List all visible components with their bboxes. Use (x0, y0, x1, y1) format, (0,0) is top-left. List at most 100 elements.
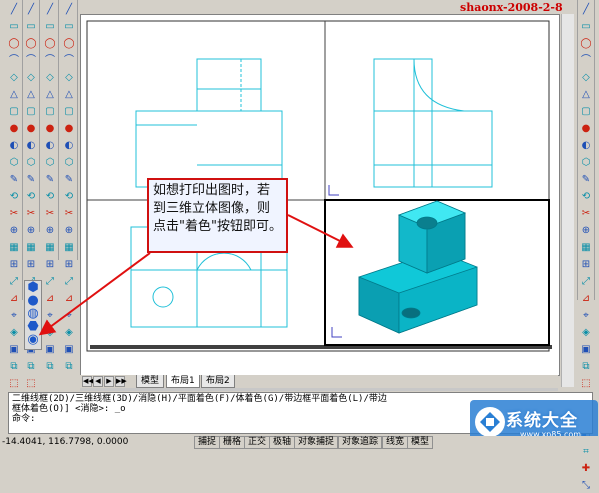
region-icon[interactable]: ⊕ (7, 224, 21, 238)
setup-view-icon[interactable]: ✂ (24, 207, 38, 221)
surface-wedge-icon[interactable]: ◐ (43, 139, 57, 153)
edge-icon[interactable]: ▣ (62, 343, 76, 357)
circle-icon[interactable]: ▢ (7, 105, 21, 119)
rectangle-icon[interactable]: ◇ (7, 71, 21, 85)
insert-icon[interactable]: ⟲ (579, 190, 593, 204)
line-icon[interactable]: ╱ (579, 3, 593, 17)
sphere-icon[interactable]: ▭ (24, 20, 38, 34)
union-icon[interactable]: ▦ (24, 241, 38, 255)
tab-layout2[interactable]: 布局2 (201, 375, 235, 388)
table-icon[interactable]: ▦ (7, 241, 21, 255)
horizontal-scrollbar[interactable] (80, 388, 558, 391)
3dmesh-icon[interactable]: ⧉ (62, 360, 76, 374)
revolve-icon[interactable]: ● (24, 122, 38, 136)
model-button[interactable]: 模型 (407, 436, 434, 449)
solid-cone-icon[interactable]: ⌒ (43, 54, 57, 68)
line-icon[interactable]: ╱ (7, 3, 21, 17)
revsurf-icon[interactable]: ⊞ (43, 258, 57, 272)
edgesurf-icon[interactable]: ⌖ (43, 309, 57, 323)
wedge-icon[interactable]: ◇ (24, 71, 38, 85)
surface-dome-icon[interactable]: ⬡ (43, 156, 57, 170)
torus-icon[interactable]: △ (24, 88, 38, 102)
edge-icon[interactable]: ▣ (43, 343, 57, 357)
polyline-icon[interactable]: ◯ (7, 37, 21, 51)
ellipse-icon[interactable]: ⬡ (579, 156, 593, 170)
solid-wedge-icon[interactable]: ◇ (43, 71, 57, 85)
cone-icon[interactable]: ⌒ (24, 54, 38, 68)
leader-icon[interactable]: ⊿ (7, 292, 21, 306)
surface-pyramid-icon[interactable]: ● (43, 122, 57, 136)
mesh-icon[interactable]: ▦ (43, 241, 57, 255)
table-icon[interactable]: ⊿ (579, 292, 593, 306)
extrude-icon[interactable]: ▢ (24, 105, 38, 119)
stretch-icon[interactable]: ✚ (579, 462, 593, 476)
subtract-icon[interactable]: ⊞ (24, 258, 38, 272)
block-icon[interactable]: ✂ (579, 207, 593, 221)
align-icon[interactable]: ⧉ (24, 360, 38, 374)
solid-wedge-icon[interactable]: ◇ (62, 71, 76, 85)
snap-button[interactable]: 捕捉 (194, 436, 221, 449)
spline-icon[interactable]: ● (7, 122, 21, 136)
surface-torus-icon[interactable]: ✂ (62, 207, 76, 221)
tab-nav-next[interactable]: ▶ (104, 376, 114, 387)
solid-torus-icon[interactable]: △ (62, 88, 76, 102)
revsurf-icon[interactable]: ⊞ (62, 258, 76, 272)
polyline-icon[interactable]: ◯ (579, 37, 593, 51)
surface-wedge-icon[interactable]: ◐ (62, 139, 76, 153)
solid-cone-icon[interactable]: ⌒ (62, 54, 76, 68)
spline-icon[interactable]: ◐ (579, 139, 593, 153)
edgesurf-icon[interactable]: ⌖ (62, 309, 76, 323)
explode-icon[interactable]: ⬚ (24, 377, 38, 391)
mirror-icon[interactable]: ⧉ (579, 360, 593, 374)
3dmesh-icon[interactable]: ⧉ (43, 360, 57, 374)
rulesurf-icon[interactable]: ⊿ (62, 292, 76, 306)
ellipse-arc-icon[interactable]: ✎ (579, 173, 593, 187)
text-icon[interactable]: ⊞ (7, 258, 21, 272)
surface-cone-icon[interactable]: ⟲ (62, 190, 76, 204)
solid-cylinder-icon[interactable]: ◯ (43, 37, 57, 51)
copy-icon[interactable]: ▣ (579, 343, 593, 357)
solid-sphere-icon[interactable]: ▭ (62, 20, 76, 34)
gouraud-shaded-icon[interactable]: ◉ (26, 332, 40, 346)
box-icon[interactable]: ╱ (24, 3, 38, 17)
surface-box-icon[interactable]: ▢ (62, 105, 76, 119)
interfere-icon[interactable]: ✎ (24, 173, 38, 187)
hatch-icon[interactable]: ✂ (7, 207, 21, 221)
center-mark-icon[interactable]: ◈ (7, 326, 21, 340)
xline-icon[interactable]: ▭ (579, 20, 593, 34)
setup-profile-icon[interactable]: ⊕ (24, 224, 38, 238)
view-icon[interactable]: ⧉ (7, 360, 21, 374)
otrack-button[interactable]: 对象追踪 (338, 436, 383, 449)
polygon-icon[interactable]: ⌒ (579, 54, 593, 68)
surface-box-icon[interactable]: ▢ (43, 105, 57, 119)
tab-nav-last[interactable]: ▶▶ (115, 376, 127, 387)
surface-dish-icon[interactable]: ⊕ (62, 224, 76, 238)
circle-icon[interactable]: ▢ (579, 105, 593, 119)
insert-block-icon[interactable]: ⬡ (7, 156, 21, 170)
ucs-icon[interactable]: ▣ (7, 343, 21, 357)
ortho-button[interactable]: 正交 (244, 436, 271, 449)
3dface-icon[interactable]: ◈ (62, 326, 76, 340)
rulesurf-icon[interactable]: ⊿ (43, 292, 57, 306)
ellipse-icon[interactable]: ◐ (7, 139, 21, 153)
point-icon[interactable]: ⟲ (7, 190, 21, 204)
slice-icon[interactable]: ◐ (24, 139, 38, 153)
dimension-icon[interactable]: ⤢ (7, 275, 21, 289)
solid-box-icon[interactable]: ╱ (43, 3, 57, 17)
arc-icon[interactable]: △ (7, 88, 21, 102)
make-block-icon[interactable]: ✎ (7, 173, 21, 187)
tab-nav-first[interactable]: ◀◀ (82, 376, 94, 387)
arc-icon[interactable]: △ (579, 88, 593, 102)
3dface-icon[interactable]: ◈ (43, 326, 57, 340)
trim-icon[interactable]: ⤡ (579, 479, 593, 493)
revcloud-icon[interactable]: ● (579, 122, 593, 136)
cylinder-icon[interactable]: ◯ (24, 37, 38, 51)
setup-drawing-icon[interactable]: ⟲ (24, 190, 38, 204)
hatch-icon[interactable]: ▦ (579, 241, 593, 255)
tolerance-icon[interactable]: ⌖ (7, 309, 21, 323)
solid-box-icon[interactable]: ╱ (62, 3, 76, 17)
region-icon[interactable]: ⤢ (579, 275, 593, 289)
point-icon[interactable]: ⊕ (579, 224, 593, 238)
surface-dish-icon[interactable]: ⊕ (43, 224, 57, 238)
mesh-icon[interactable]: ▦ (62, 241, 76, 255)
